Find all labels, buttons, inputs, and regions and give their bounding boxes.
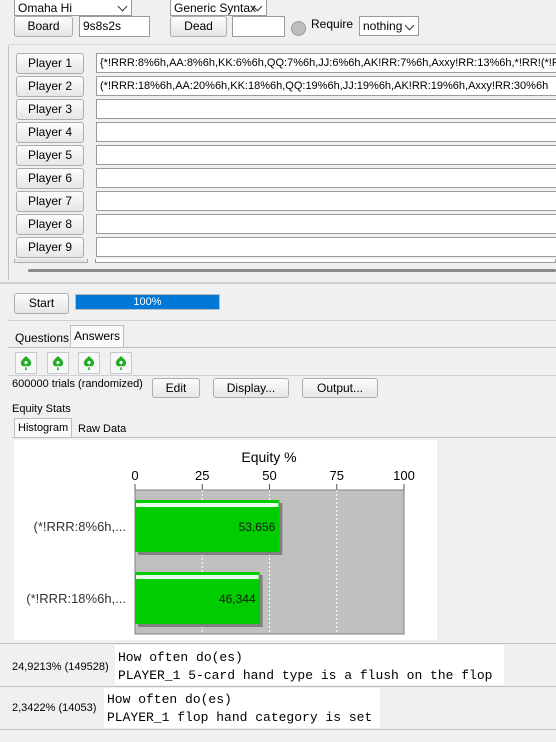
result-1-line-2: PLAYER_1 5-card hand type is a flush on … [118, 668, 493, 683]
player-2-button[interactable]: Player 2 [16, 76, 84, 97]
player-1-range[interactable]: {*!RRR:8%6h,AA:8%6h,KK:6%6h,QQ:7%6h,JJ:6… [96, 53, 556, 73]
clover-icon [20, 356, 32, 370]
require-label: Require [311, 17, 354, 31]
progress-text: 100% [133, 296, 162, 308]
bar-highlight [136, 503, 279, 507]
clover-button-2[interactable] [47, 352, 69, 374]
equity-chart-svg: Equity % 0 25 50 75 100 53,656 (*!RRR:8%6h,..… [26, 449, 415, 635]
chevron-down-icon [404, 20, 415, 31]
player-2-range[interactable]: (*!RRR:18%6h,AA:20%6h,KK:18%6h,QQ:19%6h,… [96, 76, 556, 96]
divider [0, 643, 556, 644]
result-2-line-1: How often do(es) [107, 692, 232, 707]
display-button[interactable]: Display... [213, 378, 289, 398]
divider [0, 282, 556, 284]
result-2-line-2: PLAYER_1 flop hand category is set [107, 710, 373, 725]
x-tick-label: 50 [262, 468, 276, 483]
player-6-range[interactable] [96, 168, 556, 188]
require-toggle[interactable] [291, 21, 306, 36]
result-2-stat: 2,3422% (14053) [12, 702, 97, 714]
player-9-range[interactable] [96, 237, 556, 257]
x-tick-label: 100 [393, 468, 415, 483]
clover-button-3[interactable] [78, 352, 100, 374]
game-select[interactable]: Omaha Hi [14, 0, 132, 16]
clover-icon [52, 356, 64, 370]
player-8-range[interactable] [96, 214, 556, 234]
category-label: (*!RRR:8%6h,... [34, 519, 126, 534]
divider [8, 320, 556, 321]
player-7-button[interactable]: Player 7 [16, 191, 84, 212]
clover-icon [83, 356, 95, 370]
player-8-button[interactable]: Player 8 [16, 214, 84, 235]
player-10-range[interactable] [95, 259, 556, 263]
tab-raw-data[interactable]: Raw Data [75, 421, 129, 437]
divider [8, 375, 556, 376]
result-2-query: How often do(es) PLAYER_1 flop hand cate… [104, 688, 380, 728]
player-3-button[interactable]: Player 3 [16, 99, 84, 120]
clover-button-1[interactable] [15, 352, 37, 374]
tab-histogram[interactable]: Histogram [14, 418, 73, 437]
dead-button[interactable]: Dead [170, 16, 227, 37]
tab-answers[interactable]: Answers [70, 325, 125, 347]
game-select-value: Omaha Hi [18, 1, 73, 15]
clover-button-4[interactable] [110, 352, 132, 374]
player-6-button[interactable]: Player 6 [16, 168, 84, 189]
x-tick-label: 75 [330, 468, 344, 483]
output-button[interactable]: Output... [302, 378, 378, 398]
divider [0, 686, 556, 687]
divider [0, 729, 556, 730]
require-select[interactable]: nothing [359, 16, 419, 36]
result-1-query: How often do(es) PLAYER_1 5-card hand ty… [115, 645, 504, 685]
chevron-down-icon [117, 1, 128, 12]
tab-questions[interactable]: Questions [12, 329, 73, 348]
player-5-button[interactable]: Player 5 [16, 145, 84, 166]
player-1-button[interactable]: Player 1 [16, 53, 84, 74]
result-1-line-1: How often do(es) [118, 650, 243, 665]
divider [8, 347, 556, 348]
syntax-select-value: Generic Syntax [174, 1, 257, 15]
player-4-range[interactable] [96, 122, 556, 142]
bar-value-label: 46,344 [219, 592, 256, 606]
clover-icon [115, 356, 127, 370]
player-9-button[interactable]: Player 9 [16, 237, 84, 258]
divider [8, 46, 9, 280]
require-select-value: nothing [363, 19, 403, 33]
player-4-button[interactable]: Player 4 [16, 122, 84, 143]
category-label: (*!RRR:18%6h,... [26, 591, 126, 606]
dead-input[interactable] [232, 16, 285, 37]
divider [12, 437, 556, 438]
player-10-button[interactable] [14, 259, 88, 263]
edit-button[interactable]: Edit [152, 378, 200, 398]
bar-highlight [136, 575, 259, 579]
horizontal-scrollbar[interactable] [28, 269, 556, 272]
player-3-range[interactable] [96, 99, 556, 119]
trials-text: 600000 trials (randomized) [12, 378, 143, 390]
progress-bar: 100% [75, 294, 220, 310]
player-5-range[interactable] [96, 145, 556, 165]
equity-chart: Equity % 0 25 50 75 100 53,656 (*!RRR:8%6h,..… [14, 440, 437, 640]
player-7-range[interactable] [96, 191, 556, 211]
syntax-select[interactable]: Generic Syntax [170, 0, 267, 16]
chart-title: Equity % [241, 449, 296, 465]
board-button[interactable]: Board [14, 16, 73, 37]
equity-stats-label: Equity Stats [12, 403, 71, 415]
bar-value-label: 53,656 [239, 520, 276, 534]
divider [8, 44, 556, 45]
start-button[interactable]: Start [14, 293, 69, 314]
x-tick-label: 0 [131, 468, 138, 483]
result-1-stat: 24,9213% (149528) [12, 661, 109, 673]
x-tick-label: 25 [195, 468, 209, 483]
board-input[interactable]: 9s8s2s [79, 16, 150, 37]
